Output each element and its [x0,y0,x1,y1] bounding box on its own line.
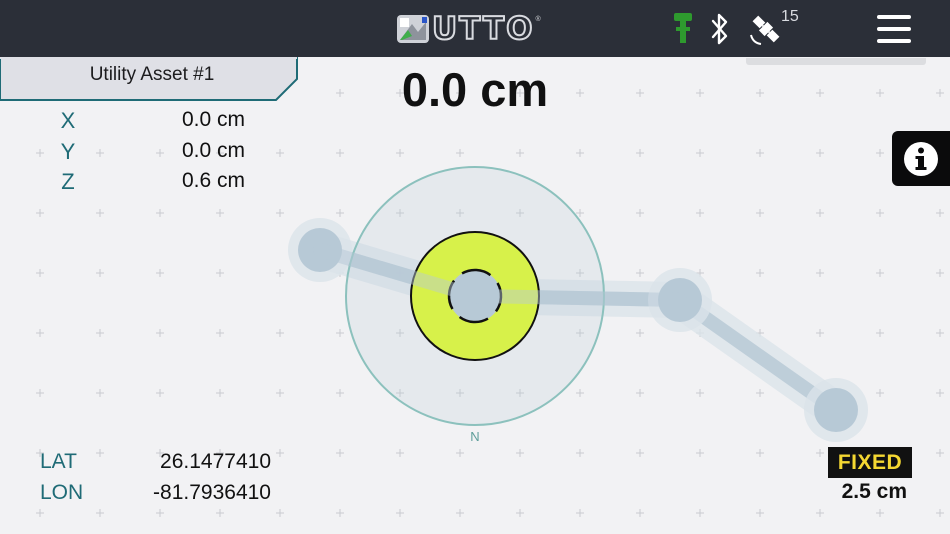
lat-value: 26.1477410 [160,450,271,473]
fix-status-badge: FIXED [828,447,912,478]
lat-label: LAT [40,450,77,473]
waypoint-end[interactable] [814,388,858,432]
accuracy-readout: 2.5 cm [841,480,907,503]
info-button[interactable] [892,131,950,186]
info-icon [904,141,938,176]
compass-north-label: N [470,429,479,444]
lon-value: -81.7936410 [153,481,271,504]
lon-label: LON [40,481,84,504]
